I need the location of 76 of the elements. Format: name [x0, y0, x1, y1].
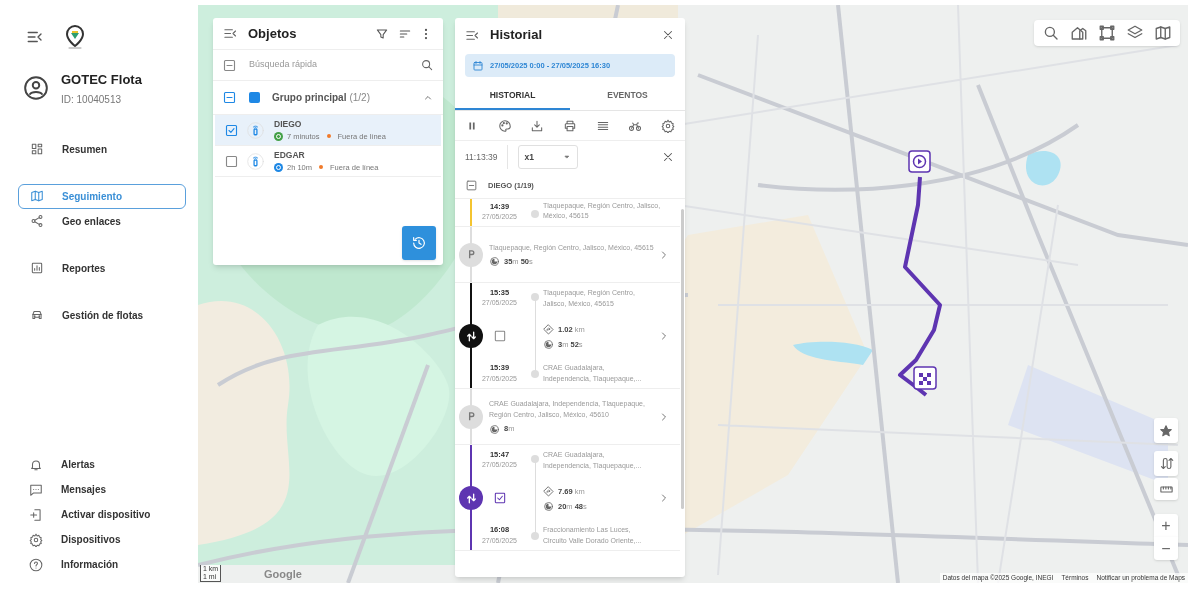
sidebar-item[interactable]: Resumen [18, 136, 186, 162]
sidebar-item[interactable]: Reportes [18, 255, 186, 281]
map-provider-logo: Google [264, 566, 302, 582]
tracker-device-icon [247, 152, 264, 170]
sidebar-item[interactable]: Seguimiento [18, 183, 186, 209]
route-button[interactable] [1154, 451, 1178, 476]
select-all-checkbox-icon[interactable] [222, 57, 237, 73]
duration-icon [543, 338, 554, 350]
map-icon [30, 189, 44, 203]
sidebar-item[interactable]: Activar dispositivo [18, 505, 186, 524]
panel-title: Objetos [248, 24, 298, 43]
object-name: EDGAR [274, 149, 306, 162]
checked-checkbox-icon[interactable] [492, 490, 507, 505]
select-area-icon[interactable] [1098, 24, 1116, 42]
sidebar-item[interactable]: Dispositivos [18, 530, 186, 549]
settings-icon[interactable] [660, 118, 675, 133]
message-icon [29, 482, 43, 497]
duration-icon [543, 500, 554, 512]
sidebar-item[interactable]: Mensajes [18, 480, 186, 499]
panel-title: Historial [490, 26, 543, 45]
print-icon[interactable] [562, 118, 577, 133]
group-count: (1/2) [349, 91, 371, 105]
checkbox-icon[interactable] [224, 153, 239, 169]
playback-time: 11:13:39 [465, 145, 509, 169]
route-icon [1158, 456, 1174, 471]
sidebar-item[interactable]: Geo enlaces [18, 208, 186, 234]
account-id: ID: 10040513 [61, 92, 123, 107]
calendar-icon [472, 59, 484, 72]
palette-icon[interactable] [497, 118, 512, 133]
search-icon[interactable] [1042, 24, 1060, 42]
tab[interactable]: EVENTOS [570, 82, 685, 110]
distance-icon [543, 324, 554, 336]
close-icon[interactable] [661, 150, 675, 164]
tab[interactable]: HISTORIAL [455, 82, 570, 110]
dashboard-icon [30, 142, 44, 156]
favorite-button[interactable] [1154, 418, 1178, 443]
help-icon [29, 557, 43, 572]
car-icon [30, 308, 44, 322]
bell-icon [29, 457, 43, 472]
sidebar-item[interactable]: Gestión de flotas [18, 302, 186, 328]
history-button[interactable] [402, 226, 436, 260]
close-icon[interactable] [661, 28, 675, 42]
history-icon [411, 235, 427, 251]
sidebar-item[interactable]: Alertas [18, 455, 186, 474]
location-pin-logo-icon [64, 24, 86, 50]
search-icon[interactable] [420, 58, 434, 72]
collapse-checkbox-icon[interactable] [465, 179, 478, 192]
zoom-in-button[interactable]: + [1154, 514, 1178, 537]
star-icon [1159, 423, 1173, 438]
indeterminate-checkbox-icon[interactable] [222, 90, 237, 105]
duration-icon [489, 256, 500, 267]
search-field[interactable]: Búsqueda rápida [249, 58, 420, 72]
sidebar-item[interactable]: Información [18, 555, 186, 574]
share-icon [30, 214, 44, 228]
zoom-out-button[interactable]: − [1154, 537, 1178, 560]
filter-icon[interactable] [375, 26, 389, 41]
tracker-device-icon [247, 121, 264, 139]
group-name: Grupo principal [272, 91, 347, 105]
chart-icon [30, 261, 44, 275]
ruler-button[interactable] [1154, 478, 1178, 500]
download-icon[interactable] [530, 118, 545, 133]
collapse-panel-icon[interactable] [223, 26, 238, 41]
finish-flag-marker-icon [913, 366, 937, 390]
checkbox-icon[interactable] [492, 328, 507, 343]
account-name: GOTEC Flota [61, 71, 142, 89]
settings-icon [29, 532, 43, 547]
object-name: DIEGO [274, 118, 303, 131]
duration-icon [489, 423, 500, 435]
user-avatar-icon [23, 75, 49, 102]
checked-checkbox-icon[interactable] [224, 122, 239, 138]
speed-dropdown[interactable]: x1 [518, 145, 579, 169]
device-add-icon [29, 507, 43, 522]
start-marker-icon [908, 150, 931, 173]
buildings-icon[interactable] [1070, 24, 1088, 42]
map-icon[interactable] [1154, 24, 1172, 42]
distance-icon [543, 486, 554, 498]
